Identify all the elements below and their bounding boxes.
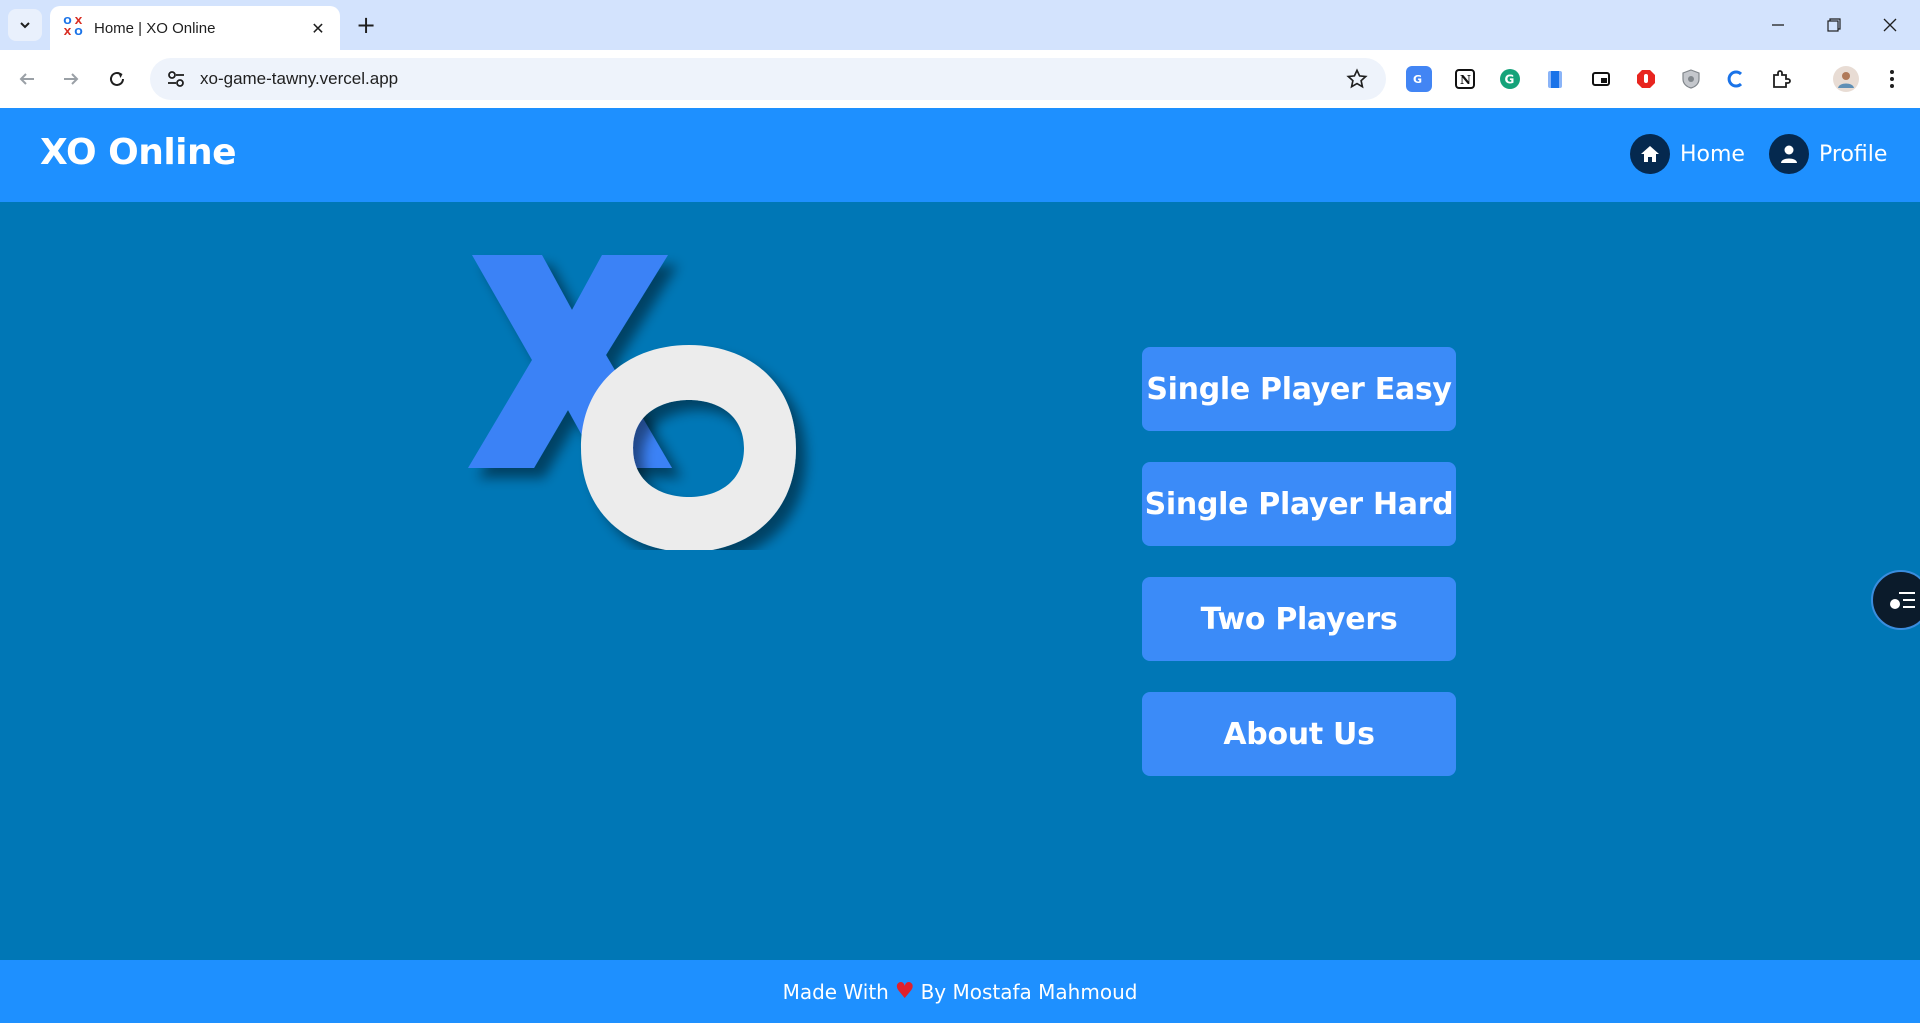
extensions-puzzle-icon[interactable] [1768, 66, 1794, 92]
back-button[interactable] [12, 64, 42, 94]
new-tab-button[interactable]: + [352, 11, 380, 39]
footer-made-with: Made With [782, 979, 889, 1004]
svg-text:G: G [1505, 73, 1515, 87]
arrow-left-icon [19, 73, 34, 85]
footer-author: By Mostafa Mahmoud [920, 979, 1138, 1004]
browser-menu-icon[interactable] [1879, 66, 1905, 92]
clipboard-extension-icon[interactable] [1542, 66, 1568, 92]
nav-link-label: Home [1680, 141, 1745, 167]
xo-logo: X O [460, 250, 796, 550]
notion-extension-icon[interactable]: N [1452, 66, 1478, 92]
picture-in-picture-extension-icon[interactable] [1588, 66, 1614, 92]
restore-icon [1827, 18, 1841, 32]
site-settings-icon[interactable] [166, 69, 186, 89]
minimize-icon [1772, 24, 1784, 26]
site-header: XO Online Home Profile [0, 108, 1920, 202]
xo-favicon-icon: O X X O [63, 16, 83, 38]
shield-extension-icon[interactable] [1678, 66, 1704, 92]
tab-close-button[interactable]: ✕ [308, 19, 328, 38]
single-player-hard-button[interactable]: Single Player Hard [1142, 462, 1456, 546]
about-us-button[interactable]: About Us [1142, 692, 1456, 776]
grammarly-extension-icon[interactable]: G [1497, 66, 1523, 92]
logo-letter-x-text: X [460, 250, 461, 251]
tab-search-button[interactable] [8, 9, 42, 41]
site-brand[interactable]: XO Online [40, 132, 237, 173]
bookmark-star-icon[interactable] [1346, 68, 1368, 90]
logo-letter-o [581, 345, 796, 550]
site-footer: Made With ♥ By Mostafa Mahmoud [0, 960, 1920, 1023]
nav-link-label: Profile [1819, 141, 1888, 167]
browser-toolbar: xo-game-tawny.vercel.app G N G [0, 50, 1920, 108]
adblock-extension-icon[interactable] [1633, 66, 1659, 92]
profile-avatar-icon[interactable] [1833, 66, 1859, 92]
svg-text:G: G [1413, 73, 1422, 86]
close-icon [1883, 18, 1897, 32]
nav-link-profile[interactable]: Profile [1769, 134, 1887, 174]
home-icon [1630, 134, 1670, 174]
svg-text:N: N [1460, 73, 1471, 87]
translate-extension-icon[interactable]: G [1406, 66, 1432, 92]
restore-button[interactable] [1816, 10, 1852, 40]
arrow-right-icon [64, 73, 79, 85]
browser-tab[interactable]: O X X O Home | XO Online ✕ [50, 6, 340, 50]
url-text[interactable]: xo-game-tawny.vercel.app [200, 69, 398, 89]
browser-tabstrip: O X X O Home | XO Online ✕ + [0, 0, 1920, 50]
user-icon [1769, 134, 1809, 174]
list-settings-icon [1890, 592, 1915, 609]
minimize-button[interactable] [1760, 10, 1796, 40]
nav-link-home[interactable]: Home [1630, 134, 1745, 174]
two-players-button[interactable]: Two Players [1142, 577, 1456, 661]
reload-icon [110, 71, 124, 86]
tab-title: Home | XO Online [94, 19, 216, 37]
address-bar[interactable]: xo-game-tawny.vercel.app [150, 58, 1386, 100]
chevron-down-icon [20, 22, 30, 29]
forward-button[interactable] [56, 64, 86, 94]
single-player-easy-button[interactable]: Single Player Easy [1142, 347, 1456, 431]
logo-letter-o-text: O [460, 250, 461, 251]
heart-icon: ♥ [894, 979, 915, 1004]
main-content [0, 202, 1920, 960]
close-window-button[interactable] [1872, 10, 1908, 40]
c-extension-icon[interactable] [1723, 66, 1749, 92]
reload-button[interactable] [102, 64, 132, 94]
